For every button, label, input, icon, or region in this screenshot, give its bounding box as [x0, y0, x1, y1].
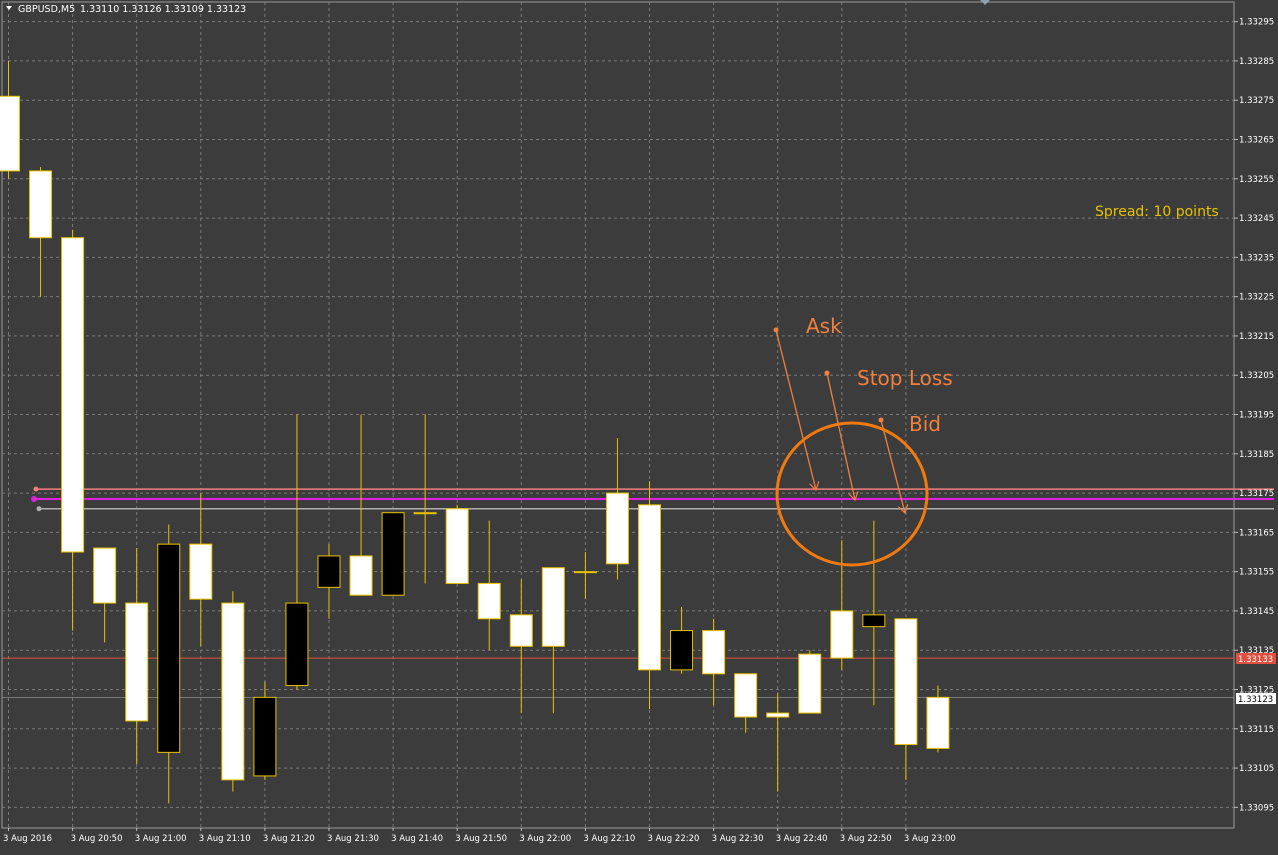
bull-candle-body: [509, 614, 533, 647]
x-tick-label: 3 Aug 21:20: [263, 834, 315, 844]
y-tick-label: 1.33215: [1239, 332, 1274, 342]
chart-background: [0, 0, 1278, 851]
bid-annotation-label: Bid: [909, 412, 941, 436]
bull-candle-body: [61, 237, 85, 553]
bull-candle-body: [734, 673, 758, 718]
bear-candle-body: [862, 614, 886, 628]
y-tick-label: 1.33235: [1239, 253, 1274, 263]
x-tick-label: 3 Aug 21:50: [455, 834, 507, 844]
bull-candle-body: [605, 492, 629, 565]
bear-candle-body: [317, 555, 341, 588]
x-tick-label: 3 Aug 21:10: [199, 834, 251, 844]
bull-candle-body: [541, 567, 565, 647]
y-tick-label: 1.33285: [1239, 57, 1274, 67]
last-price-tag-text: 1.33123: [1238, 695, 1273, 705]
spread-label: Spread: 10 points: [1095, 204, 1219, 220]
ask-annotation-label: Ask: [806, 314, 842, 338]
y-tick-label: 1.33185: [1239, 450, 1274, 460]
current-price-tag-text: 1.33133: [1238, 655, 1273, 665]
bull-candle-body: [477, 582, 501, 620]
candle: [798, 650, 822, 714]
y-tick-label: 1.33165: [1239, 528, 1274, 538]
bear-candle-body: [381, 512, 405, 596]
bull-candle-body: [221, 602, 245, 781]
y-tick-label: 1.33175: [1239, 489, 1274, 499]
bull-candle-body: [445, 508, 469, 584]
bull-candle-body: [926, 696, 950, 749]
bull-candle-body: [413, 512, 437, 515]
bull-candle-body: [702, 630, 726, 675]
bull-candle-body: [766, 712, 790, 718]
bear-candle-body: [157, 543, 181, 753]
bull-candle-body: [830, 610, 854, 659]
y-tick-label: 1.33205: [1239, 371, 1274, 381]
bull-candle-body: [894, 618, 918, 745]
x-tick-label: 3 Aug 22:10: [583, 834, 635, 844]
stop-loss-line-anchor: [31, 495, 37, 502]
bull-candle-body: [798, 653, 822, 714]
y-tick-label: 1.33225: [1239, 293, 1274, 303]
symbol-label: GBPUSD,M5: [18, 4, 75, 15]
x-tick-label: 3 Aug 22:40: [776, 834, 828, 844]
bull-candle-body: [573, 571, 597, 574]
y-tick-label: 1.33265: [1239, 136, 1274, 146]
y-tick-label: 1.33115: [1239, 725, 1274, 735]
x-tick-label: 3 Aug 22:50: [840, 834, 892, 844]
y-tick-label: 1.33155: [1239, 568, 1274, 578]
bear-candle-body: [670, 630, 694, 671]
stop-loss-annotation-label: Stop Loss: [857, 366, 953, 390]
chart-canvas[interactable]: 1.33295 1.33285 1.33275 1.33265 1.33255 1.332…: [0, 0, 1278, 851]
bear-candle-body: [285, 602, 309, 687]
y-tick-label: 1.33195: [1239, 411, 1274, 421]
price-chart[interactable]: 1.33295 1.33285 1.33275 1.33265 1.33255 1.332…: [0, 0, 1278, 851]
ohlc-label: 1.33110 1.33126 1.33109 1.33123: [80, 4, 246, 15]
ask-line-anchor: [33, 486, 39, 492]
y-tick-label: 1.33245: [1239, 214, 1274, 224]
bear-candle-body: [253, 696, 277, 777]
bid-line-anchor: [36, 506, 42, 512]
x-tick-label: 3 Aug 21:30: [327, 834, 379, 844]
bull-candle-body: [93, 547, 117, 604]
x-tick-label: 3 Aug 21:40: [391, 834, 443, 844]
bull-candle-body: [29, 170, 53, 239]
y-tick-label: 1.33295: [1239, 18, 1274, 28]
y-tick-label: 1.33145: [1239, 607, 1274, 617]
y-tick-label: 1.33095: [1239, 803, 1274, 813]
candle: [445, 504, 469, 584]
y-tick-label: 1.33255: [1239, 175, 1274, 185]
x-tick-label: 3 Aug 22:30: [712, 834, 764, 844]
x-tick-label: 3 Aug 20:50: [71, 834, 123, 844]
bull-candle-body: [125, 602, 149, 722]
bull-candle-body: [638, 504, 661, 671]
x-tick-label: 3 Aug 22:20: [648, 834, 700, 844]
y-tick-label: 1.33105: [1239, 764, 1274, 774]
x-tick-label: 3 Aug 23:00: [904, 834, 956, 844]
bull-candle-body: [349, 555, 373, 596]
candle: [381, 512, 405, 596]
y-tick-label: 1.33275: [1239, 96, 1274, 106]
x-tick-label: 3 Aug 22:00: [519, 834, 571, 844]
x-tick-label: 3 Aug 2016: [3, 834, 52, 844]
bull-candle-body: [189, 543, 213, 600]
bull-candle-body: [0, 95, 20, 172]
candle: [221, 591, 245, 792]
x-tick-label: 3 Aug 21:00: [135, 834, 187, 844]
